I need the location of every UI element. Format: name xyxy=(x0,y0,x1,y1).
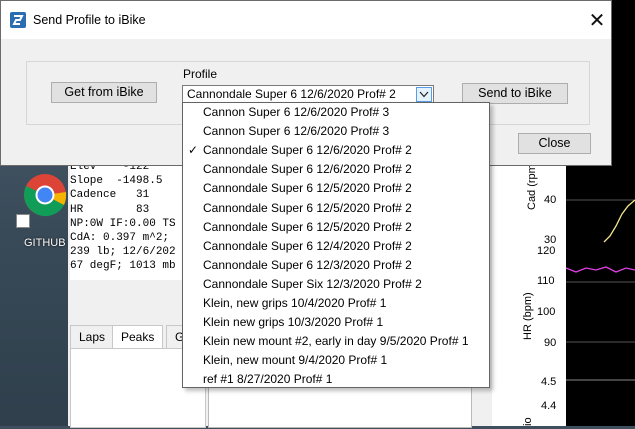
dropdown-option-label: Cannondale Super 6 12/5/2020 Prof# 2 xyxy=(203,219,412,234)
profile-dropdown-list: Cannon Super 6 12/6/2020 Prof# 3 Cannon S… xyxy=(182,102,490,388)
dropdown-option-label: Cannondale Super 6 12/6/2020 Prof# 2 xyxy=(203,162,412,177)
dialog-title: Send Profile to iBike xyxy=(33,13,146,27)
dropdown-option-label: Cannon Super 6 12/6/2020 Prof# 3 xyxy=(203,124,390,139)
close-button[interactable]: Close xyxy=(518,133,591,154)
dropdown-option[interactable]: Klein new mount #2, early in day 9/5/202… xyxy=(183,332,489,351)
dropdown-option[interactable]: Cannon Super 6 12/6/2020 Prof# 3 xyxy=(183,103,489,122)
dropdown-option[interactable]: Klein, new grips 10/4/2020 Prof# 1 xyxy=(183,294,489,313)
send-to-ibike-button[interactable]: Send to iBike xyxy=(462,83,568,104)
ytick: 40 xyxy=(544,194,557,206)
ytick: 90 xyxy=(544,337,557,349)
dropdown-option-label: Cannondale Super 6 12/5/2020 Prof# 2 xyxy=(203,200,412,215)
ytick: 100 xyxy=(537,306,556,318)
dropdown-option-label: Cannondale Super Six 12/3/2020 Prof# 2 xyxy=(203,276,422,291)
dropdown-option-label: ref #1 8/27/2020 Prof# 1 xyxy=(203,372,333,387)
tab-laps[interactable]: Laps xyxy=(70,325,115,350)
dropdown-option[interactable]: Cannondale Super 6 12/5/2020 Prof# 2 xyxy=(183,199,489,218)
profile-label: Profile xyxy=(183,67,218,81)
dropdown-option[interactable]: Cannondale Super 6 12/5/2020 Prof# 2 xyxy=(183,218,489,237)
desktop-icon-label: GITHUB instruction xyxy=(24,237,70,249)
dropdown-option-label: Cannondale Super 6 12/3/2020 Prof# 2 xyxy=(203,257,412,272)
dropdown-option-label: Cannondale Super 6 12/5/2020 Prof# 2 xyxy=(203,181,412,196)
dropdown-option-label: Klein new mount #2, early in day 9/5/202… xyxy=(203,334,469,349)
dropdown-option-label: Cannondale Super 6 12/6/2020 Prof# 2 xyxy=(203,143,412,158)
ytick: 4.5 xyxy=(541,376,557,388)
close-icon[interactable]: ✕ xyxy=(577,7,617,35)
tab-peaks[interactable]: Peaks xyxy=(112,325,164,350)
dropdown-option[interactable]: Cannondale Super 6 12/3/2020 Prof# 2 xyxy=(183,256,489,275)
get-from-ibike-button[interactable]: Get from iBike xyxy=(51,82,157,103)
dropdown-option[interactable]: Cannon Super 6 12/6/2020 Prof# 3 xyxy=(183,122,489,141)
dropdown-option[interactable]: Cannondale Super 6 12/6/2020 Prof# 2 xyxy=(183,160,489,179)
profile-combobox-value: Cannondale Super 6 12/6/2020 Prof# 2 xyxy=(187,87,396,101)
ytick: 4.4 xyxy=(541,400,557,412)
dropdown-option[interactable]: ref #1 8/27/2020 Prof# 1 xyxy=(183,370,489,389)
ibike-app-icon xyxy=(10,12,26,28)
cad-axis-label: Cad (rpm) xyxy=(526,160,538,210)
dropdown-option-label: Cannon Super 6 12/6/2020 Prof# 3 xyxy=(203,105,390,119)
ytick: 110 xyxy=(537,275,555,287)
dropdown-option-label: Klein, new mount 9/4/2020 Prof# 1 xyxy=(203,353,388,368)
chevron-down-icon[interactable] xyxy=(416,87,432,102)
dropdown-option-label: Cannondale Super 6 12/4/2020 Prof# 2 xyxy=(203,238,412,253)
dropdown-option[interactable]: ✓ Cannondale Super 6 12/6/2020 Prof# 2 xyxy=(183,141,489,160)
dropdown-option[interactable]: Klein new grips 10/3/2020 Prof# 1 xyxy=(183,313,489,332)
dropdown-option[interactable]: Cannondale Super Six 12/3/2020 Prof# 2 xyxy=(183,275,489,294)
dropdown-option[interactable]: Cannondale Super 6 12/4/2020 Prof# 2 xyxy=(183,237,489,256)
dropdown-option-label: Klein new grips 10/3/2020 Prof# 1 xyxy=(203,315,384,330)
hr-axis-label: HR (bpm) xyxy=(522,292,534,340)
dropdown-option[interactable]: Klein, new mount 9/4/2020 Prof# 1 xyxy=(183,351,489,370)
shortcut-arrow-icon xyxy=(16,214,30,228)
chrome-icon[interactable] xyxy=(22,172,68,218)
dropdown-option-label: Klein, new grips 10/4/2020 Prof# 1 xyxy=(203,296,387,310)
checkmark-icon: ✓ xyxy=(188,143,199,158)
dropdown-option[interactable]: Cannondale Super 6 12/5/2020 Prof# 2 xyxy=(183,179,489,198)
ytick: 120 xyxy=(537,245,556,257)
third-axis-label: io xyxy=(522,417,534,426)
